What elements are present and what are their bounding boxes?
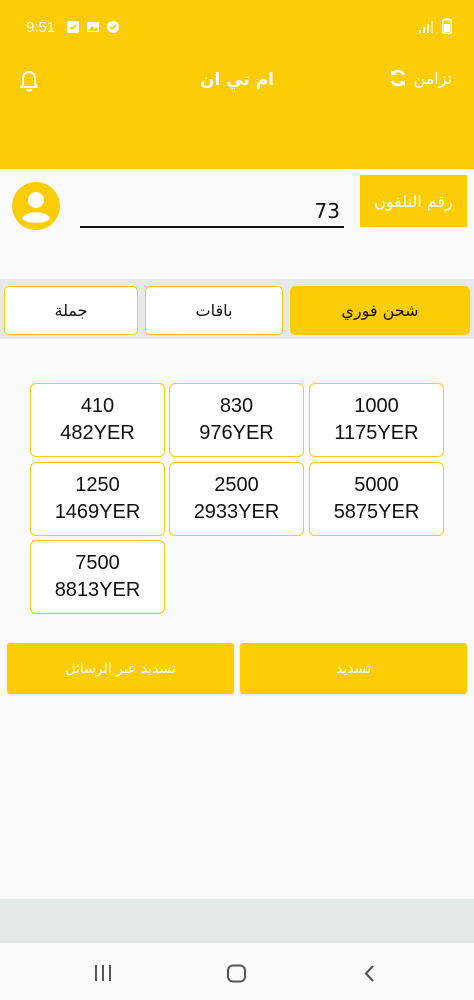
phone-input[interactable] [80,196,344,226]
amount-units: 2500 [214,474,259,496]
user-avatar-icon[interactable] [11,181,61,231]
amount-card[interactable]: 410 482YER [30,383,165,457]
amount-units: 1250 [75,474,120,496]
tabs-bar: شحن فوري باقات جملة [0,279,474,339]
tab-bundles[interactable]: باقات [145,286,283,335]
amount-price: 1175YER [334,422,419,444]
status-notifications [66,20,120,34]
status-time: 9:51 [26,19,56,36]
bottom-strip [0,899,474,943]
battery-icon [442,18,452,34]
check-badge-icon [67,21,79,33]
amount-price: 1469YER [54,501,141,523]
status-bar: 9:51 [0,0,474,44]
tab-instant-recharge[interactable]: شحن فوري [290,286,470,335]
app-header: 9:51 ام تي ان تزامن [0,0,474,169]
phone-number-button[interactable]: رقم التلفون [360,175,467,227]
amount-price: 2933YER [193,501,280,523]
amount-card[interactable]: 7500 8813YER [30,540,165,614]
back-icon[interactable] [363,964,375,983]
tab-wholesale[interactable]: جملة [4,286,138,335]
pay-sms-button[interactable]: تسديد عبر الرسائل [7,643,234,694]
amount-card[interactable]: 1000 1175YER [309,383,444,457]
refresh-icon [390,69,405,87]
sync-button[interactable]: تزامن [388,68,452,88]
home-icon[interactable] [226,964,247,983]
amount-card[interactable]: 830 976YER [169,383,304,457]
amount-price: 482YER [60,422,135,444]
sync-label: تزامن [413,68,452,88]
amount-units: 410 [80,395,115,417]
amount-price: 8813YER [54,579,141,601]
status-system [418,18,452,34]
signal-icon [419,21,433,33]
amount-units: 830 [219,395,254,417]
recents-icon[interactable] [93,964,113,982]
amount-price: 976YER [199,422,274,444]
amount-units: 1000 [354,395,399,417]
phone-field [80,196,344,228]
image-icon [87,22,99,32]
check-circle-icon [107,21,119,33]
amount-card[interactable]: 1250 1469YER [30,462,165,536]
amount-units: 7500 [75,552,120,574]
amount-units: 5000 [354,474,399,496]
pay-button[interactable]: تسديد [240,643,467,694]
amount-card[interactable]: 5000 5875YER [309,462,444,536]
amount-card[interactable]: 2500 2933YER [169,462,304,536]
amount-price: 5875YER [333,501,420,523]
